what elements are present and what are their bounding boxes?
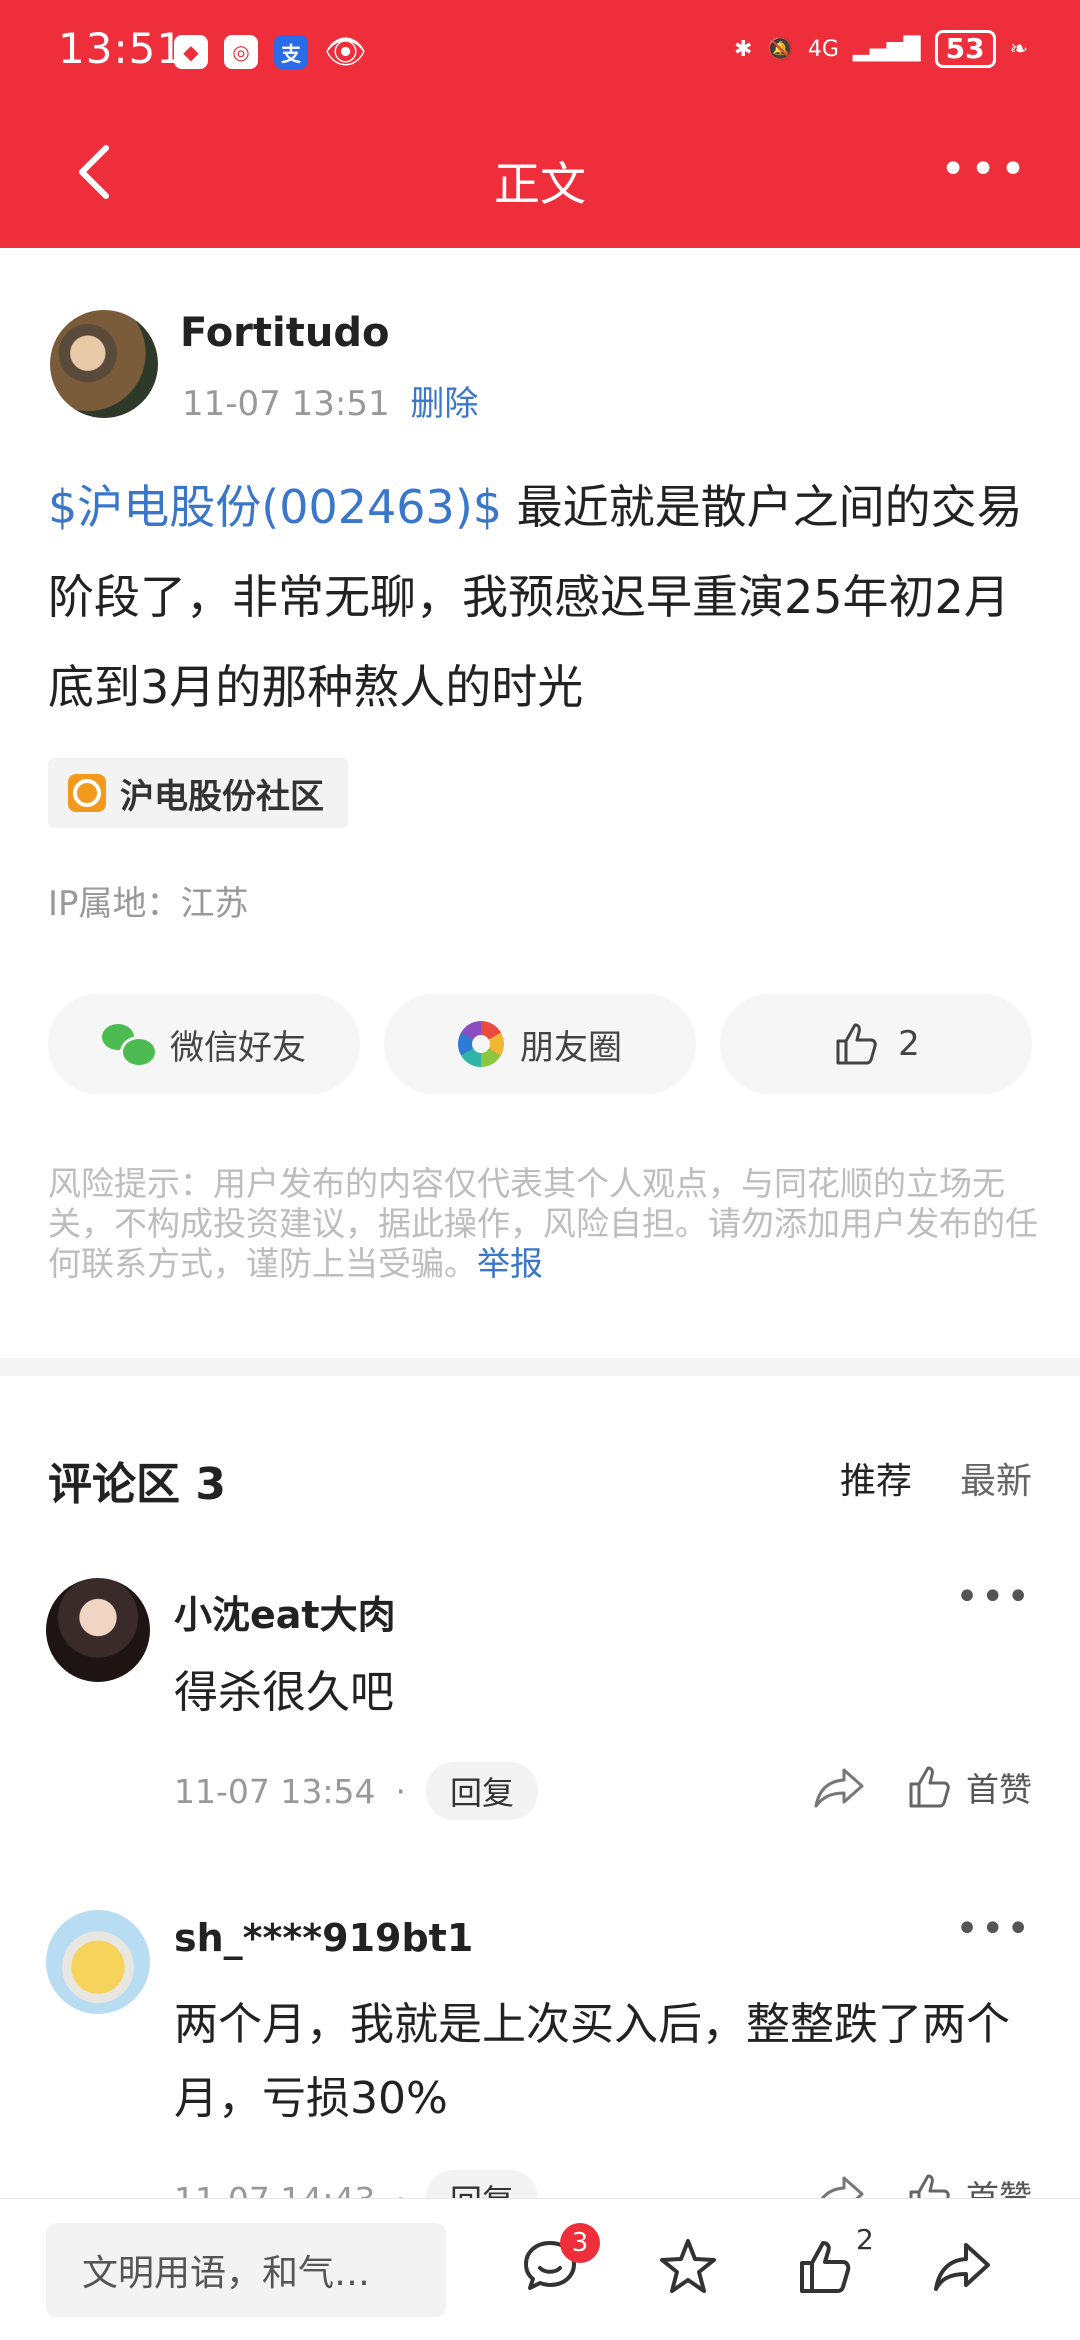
report-link[interactable]: 举报 (477, 1244, 543, 1283)
community-icon (68, 774, 106, 812)
comment-time: 11-07 13:54 (174, 1771, 376, 1811)
meta-dot: · (395, 1771, 406, 1811)
system-status: ✱ 🔕 4G ▂▄▆█ 53 ❧ (734, 30, 1028, 68)
ip-location: IP属地：江苏 (48, 884, 249, 924)
risk-notice: 风险提示：用户发布的内容仅代表其个人观点，与同花顺的立场无关，不构成投资建议，据… (48, 1164, 1038, 1284)
like-count: 2 (898, 1024, 920, 1064)
moments-label: 朋友圈 (520, 1027, 622, 1068)
comment-like-label: 首赞 (966, 1770, 1032, 1809)
stock-tag-link[interactable]: $沪电股份(002463)$ (48, 480, 502, 534)
risk-text: 风险提示：用户发布的内容仅代表其个人观点，与同花顺的立场无关，不构成投资建议，据… (48, 1164, 1038, 1283)
share-icon[interactable] (930, 2235, 994, 2299)
leaf-icon: ❧ (1009, 36, 1028, 62)
comment-text: 两个月，我就是上次买入后，整整跌了两个月，亏损30% (174, 1999, 1010, 2124)
status-bar: 13:51 ◆ ◎ 支 👁 ✱ 🔕 4G ▂▄▆█ 53 ❧ (0, 0, 1080, 100)
post-meta: 11-07 13:51 删除 (182, 376, 478, 425)
alipay-icon: 支 (274, 35, 308, 69)
favorite-star-icon[interactable] (656, 2235, 720, 2299)
community-tag[interactable]: 沪电股份社区 (48, 758, 348, 828)
share-icon[interactable] (812, 1762, 868, 1812)
comment-text: 得杀很久吧 (174, 1667, 394, 1718)
thumbs-up-icon (909, 1766, 950, 1808)
navbar: 正文 ••• (0, 120, 1080, 230)
signal-icon: ▂▄▆█ (852, 36, 921, 62)
notification-icons: ◆ ◎ 支 👁 (174, 32, 367, 72)
mute-icon: 🔕 (766, 36, 794, 62)
share-wechat-button[interactable]: 微信好友 (48, 994, 360, 1094)
comments-title: 评论区 3 (48, 1459, 226, 1510)
post-time: 11-07 13:51 (182, 384, 390, 424)
wechat-icon (102, 1024, 158, 1068)
community-label: 沪电股份社区 (120, 776, 324, 817)
more-options-icon[interactable]: ••• (940, 148, 1030, 192)
status-time: 13:51 (58, 24, 185, 73)
thumbs-up-icon[interactable] (794, 2235, 858, 2299)
author-avatar[interactable] (50, 310, 158, 418)
commenter-avatar[interactable] (46, 1910, 150, 2014)
bottom-bar: 文明用语，和气… 3 2 (0, 2198, 1080, 2340)
bottom-like-count: 2 (856, 2223, 874, 2256)
comment-more-icon[interactable]: ••• (955, 1574, 1032, 1620)
comment-sort: 推荐 最新 (840, 1452, 1032, 1504)
delete-link[interactable]: 删除 (410, 384, 478, 424)
thumbs-up-icon (836, 1023, 877, 1065)
section-divider (0, 1358, 1080, 1376)
battery-icon: 53 (934, 30, 996, 68)
bluetooth-icon: ✱ (734, 36, 753, 62)
share-row: 微信好友 朋友圈 2 (48, 994, 1032, 1094)
top-header: 13:51 ◆ ◎ 支 👁 ✱ 🔕 4G ▂▄▆█ 53 ❧ 正文 ••• (0, 0, 1080, 248)
sort-latest-tab[interactable]: 最新 (960, 1452, 1032, 1504)
page-title: 正文 (494, 157, 586, 211)
comment-more-icon[interactable]: ••• (955, 1906, 1032, 1952)
like-button[interactable]: 2 (720, 994, 1032, 1094)
post-body: $沪电股份(002463)$ 最近就是散户之间的交易阶段了，非常无聊，我预感迟早… (48, 462, 1038, 732)
share-moments-button[interactable]: 朋友圈 (384, 994, 696, 1094)
commenter-name[interactable]: 小沈eat大肉 (174, 1584, 396, 1639)
comment-input[interactable]: 文明用语，和气… (46, 2223, 446, 2317)
author-name[interactable]: Fortitudo (180, 310, 389, 356)
comment-count-badge: 3 (560, 2223, 600, 2263)
comment-meta: 11-07 13:54 · 回复 (174, 1762, 538, 1820)
network-label: 4G (807, 36, 839, 62)
translate-app-icon: ◎ (224, 35, 258, 69)
comment-like-button[interactable]: 首赞 (904, 1762, 1032, 1812)
reply-button[interactable]: 回复 (425, 1762, 538, 1820)
moments-icon (458, 1021, 504, 1067)
sort-recommend-tab[interactable]: 推荐 (840, 1452, 912, 1504)
commenter-name[interactable]: sh_****919bt1 (174, 1916, 473, 1960)
cartoon-app-icon: ◆ (174, 35, 208, 69)
wechat-label: 微信好友 (170, 1027, 306, 1068)
comment-actions: 首赞 (812, 1762, 1032, 1812)
eye-icon: 👁 (324, 32, 368, 72)
commenter-avatar[interactable] (46, 1578, 150, 1682)
